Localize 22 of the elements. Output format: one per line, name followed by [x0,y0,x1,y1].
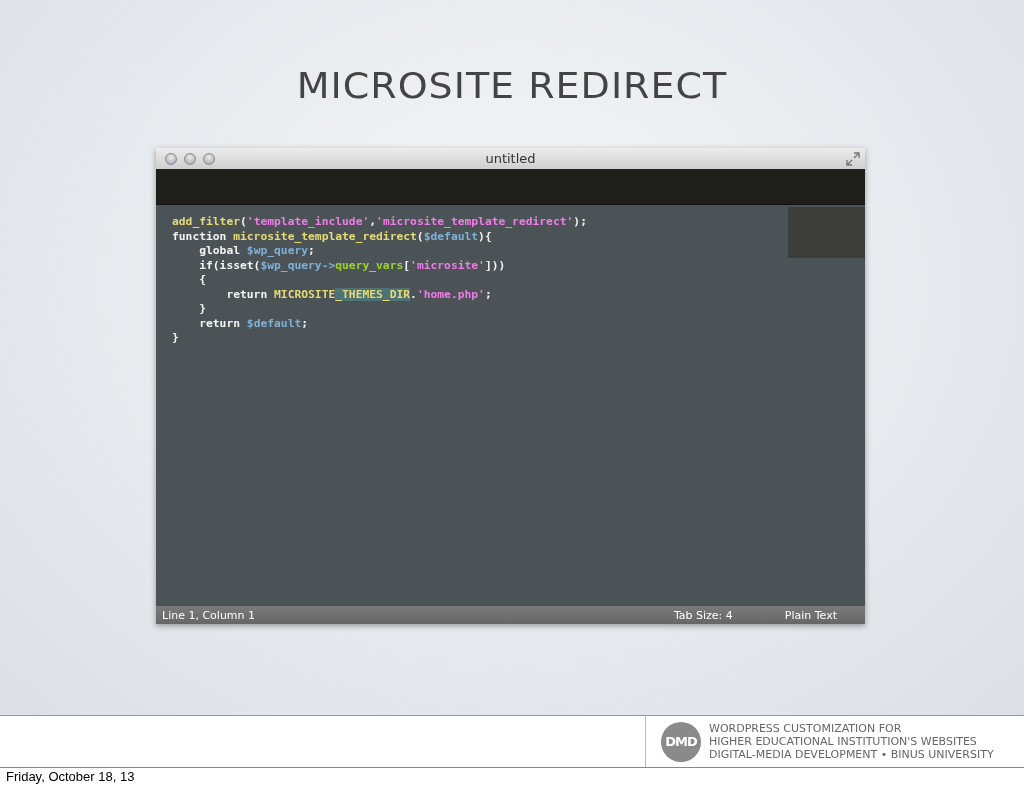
code-line: } [172,331,180,346]
slide-title: MICROSITE REDIRECT [296,65,728,107]
tab-size[interactable]: Tab Size: 4 [673,608,733,622]
close-button[interactable] [165,152,177,165]
code-line: function microsite_template_redirect($default){ [172,229,493,244]
fullscreen-icon[interactable] [846,151,860,166]
code-line: add_filter('template_include','microsite_template_redirect'); [172,215,588,230]
code-line: } [198,302,207,317]
cursor-position: Line 1, Column 1 [162,608,257,622]
syntax-mode[interactable]: Plain Text [784,608,837,622]
code-line: { [198,273,207,288]
zoom-button[interactable] [203,152,215,165]
window-title: untitled [485,151,536,166]
footer-text: DIGITAL-MEDIA DEVELOPMENT • BINUS UNIVERSITY [709,748,994,762]
code-line: if(isset($wp_query->query_vars['microsite'])) [198,258,507,273]
code-line: return MICROSITE_THEMES_DIR.'home.php'; [225,287,493,302]
footer-text: WORDPRESS CUSTOMIZATION FOR [709,722,903,736]
code-line: return $default; [198,316,310,331]
footer-text: HIGHER EDUCATIONAL INSTITUTION'S WEBSITES [709,735,978,749]
logo: DMD [661,721,701,762]
minimize-button[interactable] [184,152,196,165]
code-line: global $wp_query; [198,244,316,259]
